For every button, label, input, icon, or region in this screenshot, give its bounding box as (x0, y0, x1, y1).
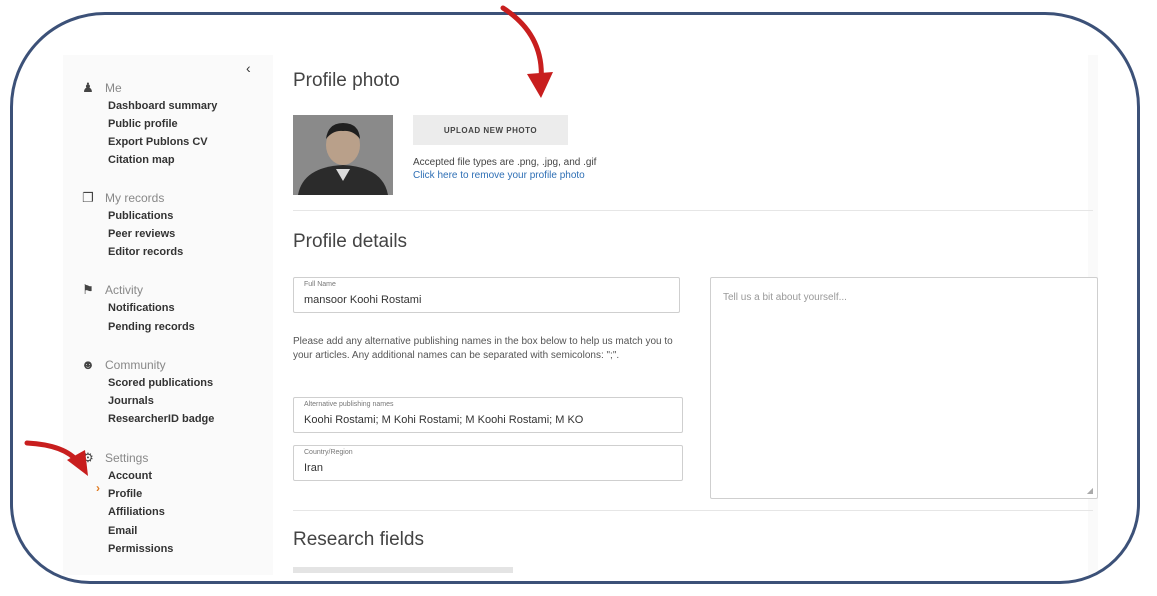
sidebar-item-account[interactable]: Account (108, 470, 152, 482)
sidebar-item-citation-map[interactable]: Citation map (108, 154, 175, 166)
alternative-names-field[interactable]: Alternative publishing names Koohi Rosta… (293, 397, 683, 433)
sidebar-item-export-cv[interactable]: Export Publons CV (108, 136, 208, 148)
sidebar-item-journals[interactable]: Journals (108, 395, 154, 407)
sidebar-item-pending-records[interactable]: Pending records (108, 321, 195, 333)
sidebar-item-permissions[interactable]: Permissions (108, 543, 173, 555)
chevron-left-icon[interactable]: ‹ (246, 60, 251, 76)
accepted-file-types-text: Accepted file types are .png, .jpg, and … (413, 157, 597, 168)
flag-icon: ⚑ (82, 282, 94, 297)
sidebar-section-settings: ⚙ Settings (81, 450, 148, 466)
chevron-right-icon: › (96, 481, 100, 495)
alternative-names-value: Koohi Rostami; M Kohi Rostami; M Koohi R… (304, 414, 584, 426)
sidebar-section-community: ☻ Community (81, 357, 166, 372)
avatar (293, 115, 393, 195)
sidebar-section-title: Settings (105, 451, 149, 465)
sidebar-item-affiliations[interactable]: Affiliations (108, 506, 165, 518)
country-region-value: Iran (304, 462, 323, 474)
main-content: Profile photo UPLOAD NEW PHOTO Accepted … (273, 55, 1098, 575)
sidebar-section-me: ♟ Me (81, 80, 122, 96)
sidebar-section-title: My records (105, 191, 165, 205)
resize-handle-icon[interactable]: ◢ (1087, 486, 1093, 495)
full-name-field[interactable]: Full Name mansoor Koohi Rostami (293, 277, 680, 313)
section-divider (293, 510, 1093, 511)
profile-photo (293, 115, 393, 195)
full-name-label: Full Name (304, 281, 336, 288)
profile-photo-heading: Profile photo (293, 70, 400, 91)
country-region-label: Country/Region (304, 449, 353, 456)
research-fields-heading: Research fields (293, 529, 424, 550)
sidebar-item-email[interactable]: Email (108, 525, 137, 537)
sidebar-item-notifications[interactable]: Notifications (108, 302, 175, 314)
about-yourself-textarea[interactable]: Tell us a bit about yourself... ◢ (710, 277, 1098, 499)
sidebar-section-title: Community (105, 357, 166, 372)
upload-new-photo-button[interactable]: UPLOAD NEW PHOTO (413, 115, 568, 145)
gear-icon: ⚙ (82, 450, 94, 465)
sidebar-item-peer-reviews[interactable]: Peer reviews (108, 228, 175, 240)
sidebar-item-publications[interactable]: Publications (108, 210, 173, 222)
remove-photo-link[interactable]: Click here to remove your profile photo (413, 170, 585, 181)
sidebar-section-title: Me (105, 81, 122, 95)
sidebar-section-my-records: ❐ My records (81, 190, 164, 206)
cut-off-text (293, 567, 513, 573)
sidebar-item-editor-records[interactable]: Editor records (108, 246, 183, 258)
sidebar-item-dashboard-summary[interactable]: Dashboard summary (108, 100, 217, 112)
sidebar-section-title: Activity (105, 283, 144, 297)
alternative-names-label: Alternative publishing names (304, 401, 394, 408)
sidebar-item-scored-publications[interactable]: Scored publications (108, 377, 213, 389)
sidebar-item-researcherid-badge[interactable]: ResearcherID badge (108, 413, 214, 425)
person-icon: ♟ (82, 80, 94, 95)
sidebar-item-public-profile[interactable]: Public profile (108, 118, 178, 130)
full-name-value: mansoor Koohi Rostami (304, 294, 422, 306)
people-icon: ☻ (81, 357, 95, 372)
sidebar: ‹ ♟ Me Dashboard summary Public profile … (63, 55, 263, 575)
profile-details-heading: Profile details (293, 231, 408, 252)
sidebar-item-profile[interactable]: Profile (108, 488, 142, 500)
about-yourself-placeholder: Tell us a bit about yourself... (723, 292, 847, 303)
alternative-names-help-text: Please add any alternative publishing na… (293, 336, 673, 361)
rounded-frame: ‹ ♟ Me Dashboard summary Public profile … (10, 12, 1140, 584)
settings-page: ‹ ♟ Me Dashboard summary Public profile … (63, 55, 1098, 575)
country-region-field[interactable]: Country/Region Iran (293, 445, 683, 481)
copy-icon: ❐ (82, 190, 94, 205)
section-divider (293, 210, 1093, 211)
sidebar-section-activity: ⚑ Activity (81, 282, 143, 298)
